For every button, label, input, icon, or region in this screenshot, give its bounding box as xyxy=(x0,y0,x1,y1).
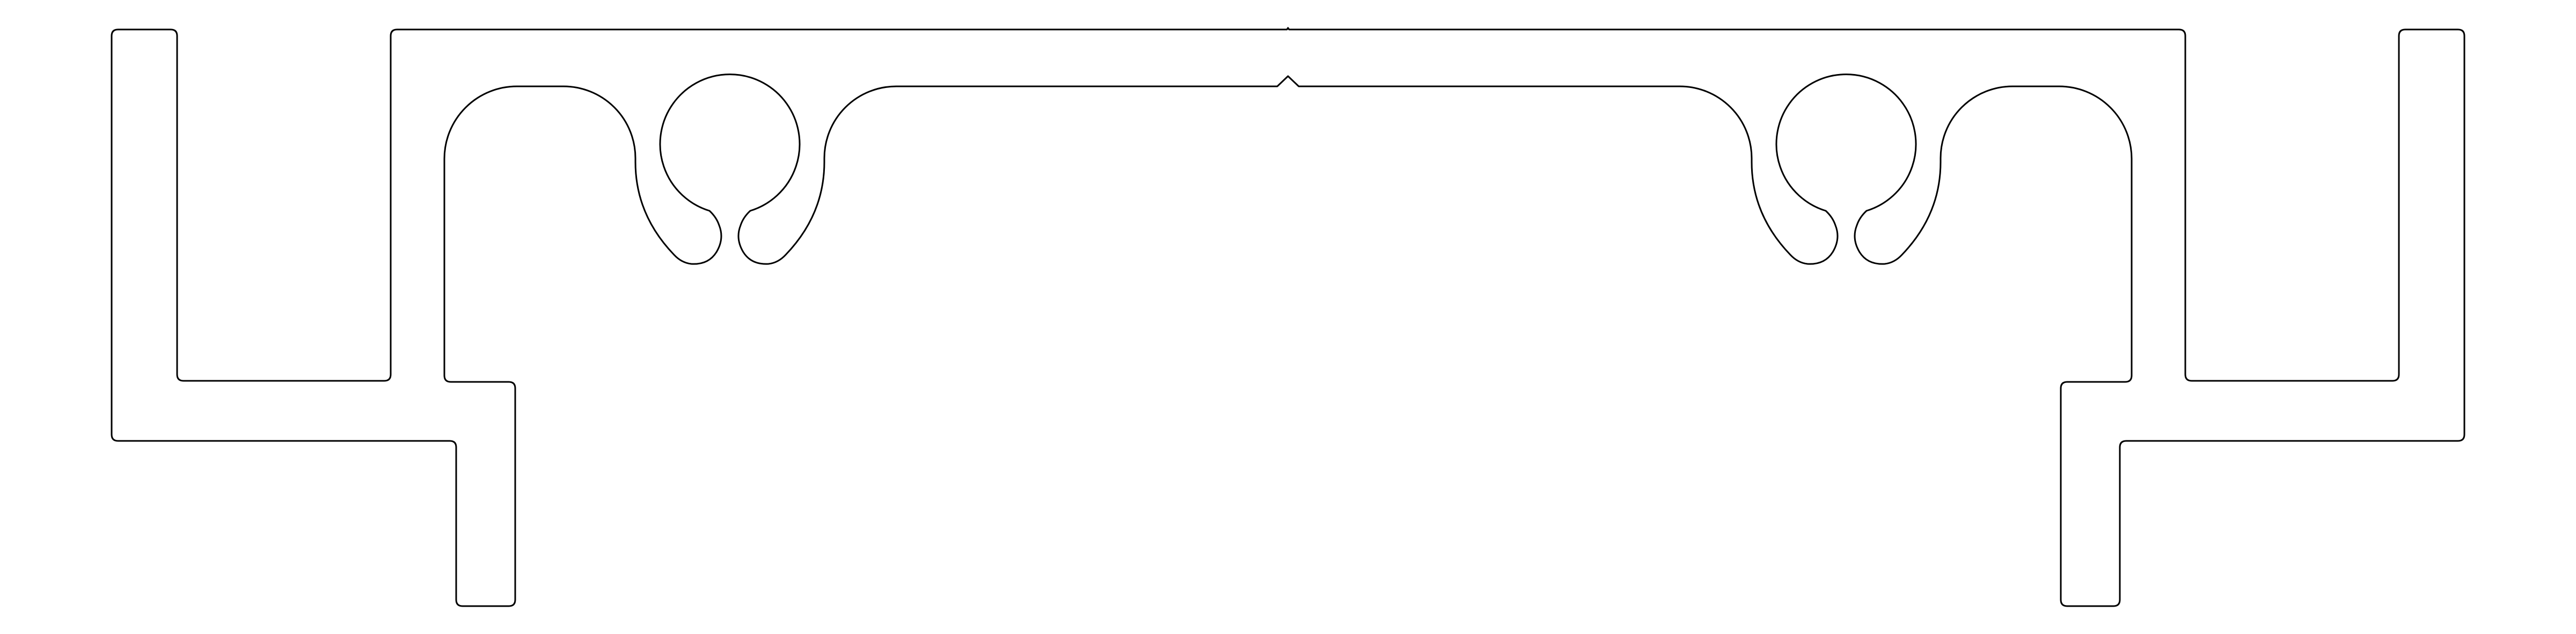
drawing-background xyxy=(0,0,2576,634)
profile-drawing-canvas xyxy=(0,0,2576,634)
